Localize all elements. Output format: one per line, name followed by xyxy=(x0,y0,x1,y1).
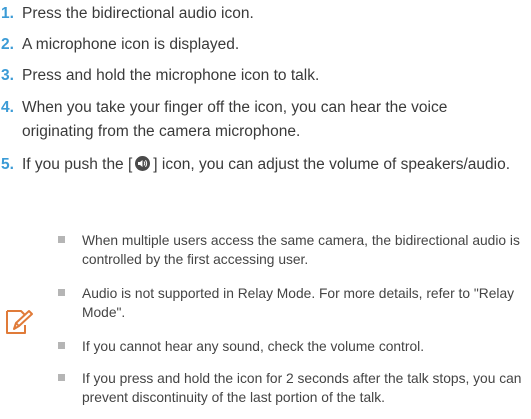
note-text: If you cannot hear any sound, check the … xyxy=(82,339,425,354)
step-number: 4. xyxy=(1,99,14,116)
step-text: If you push the [ ] icon, you can adjust … xyxy=(22,153,521,177)
bullet-square-icon xyxy=(58,342,65,349)
step-text: A microphone icon is displayed. xyxy=(22,36,240,53)
bullet-square-icon xyxy=(58,289,65,296)
step-number: 1. xyxy=(1,5,14,22)
note-text: When multiple users access the same came… xyxy=(82,233,520,267)
step-number: 5. xyxy=(1,156,14,173)
step-text-before: If you push the [ xyxy=(22,156,133,173)
step-text-after: ] icon, you can adjust the volume of spe… xyxy=(153,156,511,173)
note-text: Audio is not supported in Relay Mode. Fo… xyxy=(82,286,515,320)
note-text: If you press and hold the icon for 2 sec… xyxy=(82,371,522,405)
speaker-icon xyxy=(135,156,151,171)
bullet-square-icon xyxy=(58,374,65,381)
step-number: 3. xyxy=(1,67,14,84)
step-number: 2. xyxy=(1,36,14,53)
step-text: When you take your finger off the icon, … xyxy=(22,99,448,140)
note-pencil-icon xyxy=(4,308,34,343)
step-text: Press the bidirectional audio icon. xyxy=(22,5,254,22)
step-text: Press and hold the microphone icon to ta… xyxy=(22,67,320,84)
bullet-square-icon xyxy=(58,236,65,243)
